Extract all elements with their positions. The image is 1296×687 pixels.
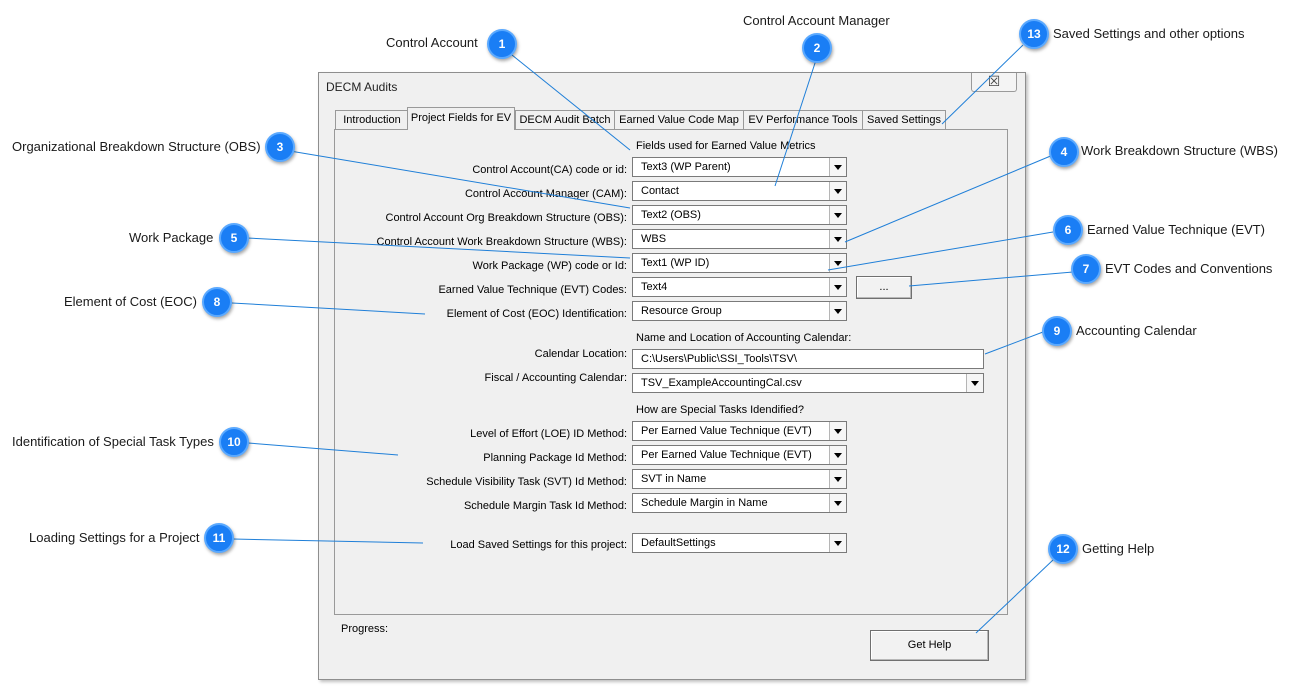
field-label-wbs: Control Account Work Breakdown Structure… <box>376 236 627 248</box>
chevron-down-icon[interactable] <box>966 374 983 392</box>
fiscal-calendar-select[interactable]: TSV_ExampleAccountingCal.csv <box>632 373 984 393</box>
ca-code-select[interactable]: Text3 (WP Parent) <box>632 157 847 177</box>
tab-project-fields-for-ev[interactable]: Project Fields for EV <box>407 107 515 130</box>
annotation-label-13: Saved Settings and other options <box>1053 26 1245 41</box>
tab-ev-performance-tools[interactable]: EV Performance Tools <box>743 110 863 130</box>
fiscal-calendar-label: Fiscal / Accounting Calendar: <box>484 372 627 384</box>
project-fields-tab-page: Fields used for Earned Value Metrics Con… <box>334 129 1008 615</box>
tab-saved-settings[interactable]: Saved Settings <box>862 110 946 130</box>
planning-package-select[interactable]: Per Earned Value Technique (EVT) <box>632 445 847 465</box>
dialog-title: DECM Audits <box>326 80 398 94</box>
cam-value: Contact <box>641 185 679 197</box>
chevron-down-icon[interactable] <box>829 494 846 512</box>
annotation-label-2: Control Account Manager <box>743 13 890 28</box>
chevron-down-icon[interactable] <box>829 422 846 440</box>
tab-introduction[interactable]: Introduction <box>335 110 409 130</box>
annotation-badge-3: 3 <box>265 132 295 162</box>
annotation-label-4: Work Breakdown Structure (WBS) <box>1081 143 1278 158</box>
cam-select[interactable]: Contact <box>632 181 847 201</box>
eoc-value: Resource Group <box>641 305 722 317</box>
wbs-value: WBS <box>641 233 667 245</box>
chevron-down-icon[interactable] <box>829 278 846 296</box>
annotation-badge-13: 13 <box>1019 19 1049 49</box>
field-label-evt: Earned Value Technique (EVT) Codes: <box>438 284 627 296</box>
chevron-down-icon[interactable] <box>829 230 846 248</box>
load-settings-select[interactable]: DefaultSettings <box>632 533 847 553</box>
annotation-badge-1: 1 <box>487 29 517 59</box>
annotation-badge-7: 7 <box>1071 254 1101 284</box>
evt-codes-button[interactable]: ... <box>856 276 912 299</box>
loe-label: Level of Effort (LOE) ID Method: <box>470 428 627 440</box>
field-label-obs: Control Account Org Breakdown Structure … <box>385 212 628 224</box>
chevron-down-icon[interactable] <box>829 158 846 176</box>
annotation-badge-4: 4 <box>1049 137 1079 167</box>
tab-earned-value-code-map[interactable]: Earned Value Code Map <box>614 110 744 130</box>
chevron-down-icon[interactable] <box>829 254 846 272</box>
annotation-label-9: Accounting Calendar <box>1076 323 1197 338</box>
ev-metrics-header: Fields used for Earned Value Metrics <box>636 140 816 152</box>
schedule-margin-value: Schedule Margin in Name <box>641 497 768 509</box>
fiscal-calendar-value: TSV_ExampleAccountingCal.csv <box>641 377 802 389</box>
planning-package-label: Planning Package Id Method: <box>483 452 627 464</box>
progress-label: Progress: <box>341 623 389 635</box>
annotation-badge-5: 5 <box>219 223 249 253</box>
annotation-badge-2: 2 <box>802 33 832 63</box>
evt-select[interactable]: Text4 <box>632 277 847 297</box>
wp-select[interactable]: Text1 (WP ID) <box>632 253 847 273</box>
annotation-label-11: Loading Settings for a Project <box>29 530 200 545</box>
calendar-header: Name and Location of Accounting Calendar… <box>636 332 852 344</box>
annotation-label-3: Organizational Breakdown Structure (OBS) <box>12 139 261 154</box>
planning-package-value: Per Earned Value Technique (EVT) <box>641 449 812 461</box>
annotation-label-5: Work Package <box>129 230 214 245</box>
field-label-wp: Work Package (WP) code or Id: <box>472 260 627 272</box>
calendar-location-value: C:\Users\Public\SSI_Tools\TSV\ <box>641 353 797 365</box>
annotation-badge-11: 11 <box>204 523 234 553</box>
svt-select[interactable]: SVT in Name <box>632 469 847 489</box>
ca-code-value: Text3 (WP Parent) <box>641 161 731 173</box>
get-help-button[interactable]: Get Help <box>870 630 989 661</box>
annotation-label-10: Identification of Special Task Types <box>12 434 214 449</box>
chevron-down-icon[interactable] <box>829 470 846 488</box>
annotation-label-6: Earned Value Technique (EVT) <box>1087 222 1266 237</box>
annotation-label-1: Control Account <box>386 35 478 50</box>
evt-value: Text4 <box>641 281 668 293</box>
decm-audits-dialog: DECM Audits ☒ Introduction Project Field… <box>318 72 1026 680</box>
annotation-badge-9: 9 <box>1042 316 1072 346</box>
annotation-badge-8: 8 <box>202 287 232 317</box>
chevron-down-icon[interactable] <box>829 182 846 200</box>
wbs-select[interactable]: WBS <box>632 229 847 249</box>
field-label-eoc: Element of Cost (EOC) Identification: <box>446 308 627 320</box>
calendar-location-input[interactable]: C:\Users\Public\SSI_Tools\TSV\ <box>632 349 984 369</box>
chevron-down-icon[interactable] <box>829 302 846 320</box>
chevron-down-icon[interactable] <box>829 206 846 224</box>
tab-decm-audit-batch[interactable]: DECM Audit Batch <box>515 110 615 130</box>
special-tasks-header: How are Special Tasks Idendified? <box>636 404 804 416</box>
obs-value: Text2 (OBS) <box>641 209 701 221</box>
obs-select[interactable]: Text2 (OBS) <box>632 205 847 225</box>
schedule-margin-label: Schedule Margin Task Id Method: <box>463 500 627 512</box>
svt-value: SVT in Name <box>641 473 707 485</box>
wp-value: Text1 (WP ID) <box>641 257 710 269</box>
field-label-cam: Control Account Manager (CAM): <box>464 188 627 200</box>
close-icon: ☒ <box>987 73 1001 89</box>
annotation-label-12: Getting Help <box>1082 541 1155 556</box>
annotation-label-8: Element of Cost (EOC) <box>64 294 197 309</box>
chevron-down-icon[interactable] <box>829 534 846 552</box>
calendar-location-label: Calendar Location: <box>534 348 627 360</box>
annotation-badge-12: 12 <box>1048 534 1078 564</box>
annotation-label-7: EVT Codes and Conventions <box>1105 261 1273 276</box>
eoc-select[interactable]: Resource Group <box>632 301 847 321</box>
chevron-down-icon[interactable] <box>829 446 846 464</box>
svt-label: Schedule Visibility Task (SVT) Id Method… <box>426 476 627 488</box>
annotation-badge-6: 6 <box>1053 215 1083 245</box>
load-settings-label: Load Saved Settings for this project: <box>450 539 627 551</box>
field-label-ca: Control Account(CA) code or id: <box>472 164 627 176</box>
loe-value: Per Earned Value Technique (EVT) <box>641 425 812 437</box>
close-button[interactable]: ☒ <box>971 73 1017 92</box>
annotation-badge-10: 10 <box>219 427 249 457</box>
schedule-margin-select[interactable]: Schedule Margin in Name <box>632 493 847 513</box>
load-settings-value: DefaultSettings <box>641 537 716 549</box>
loe-select[interactable]: Per Earned Value Technique (EVT) <box>632 421 847 441</box>
